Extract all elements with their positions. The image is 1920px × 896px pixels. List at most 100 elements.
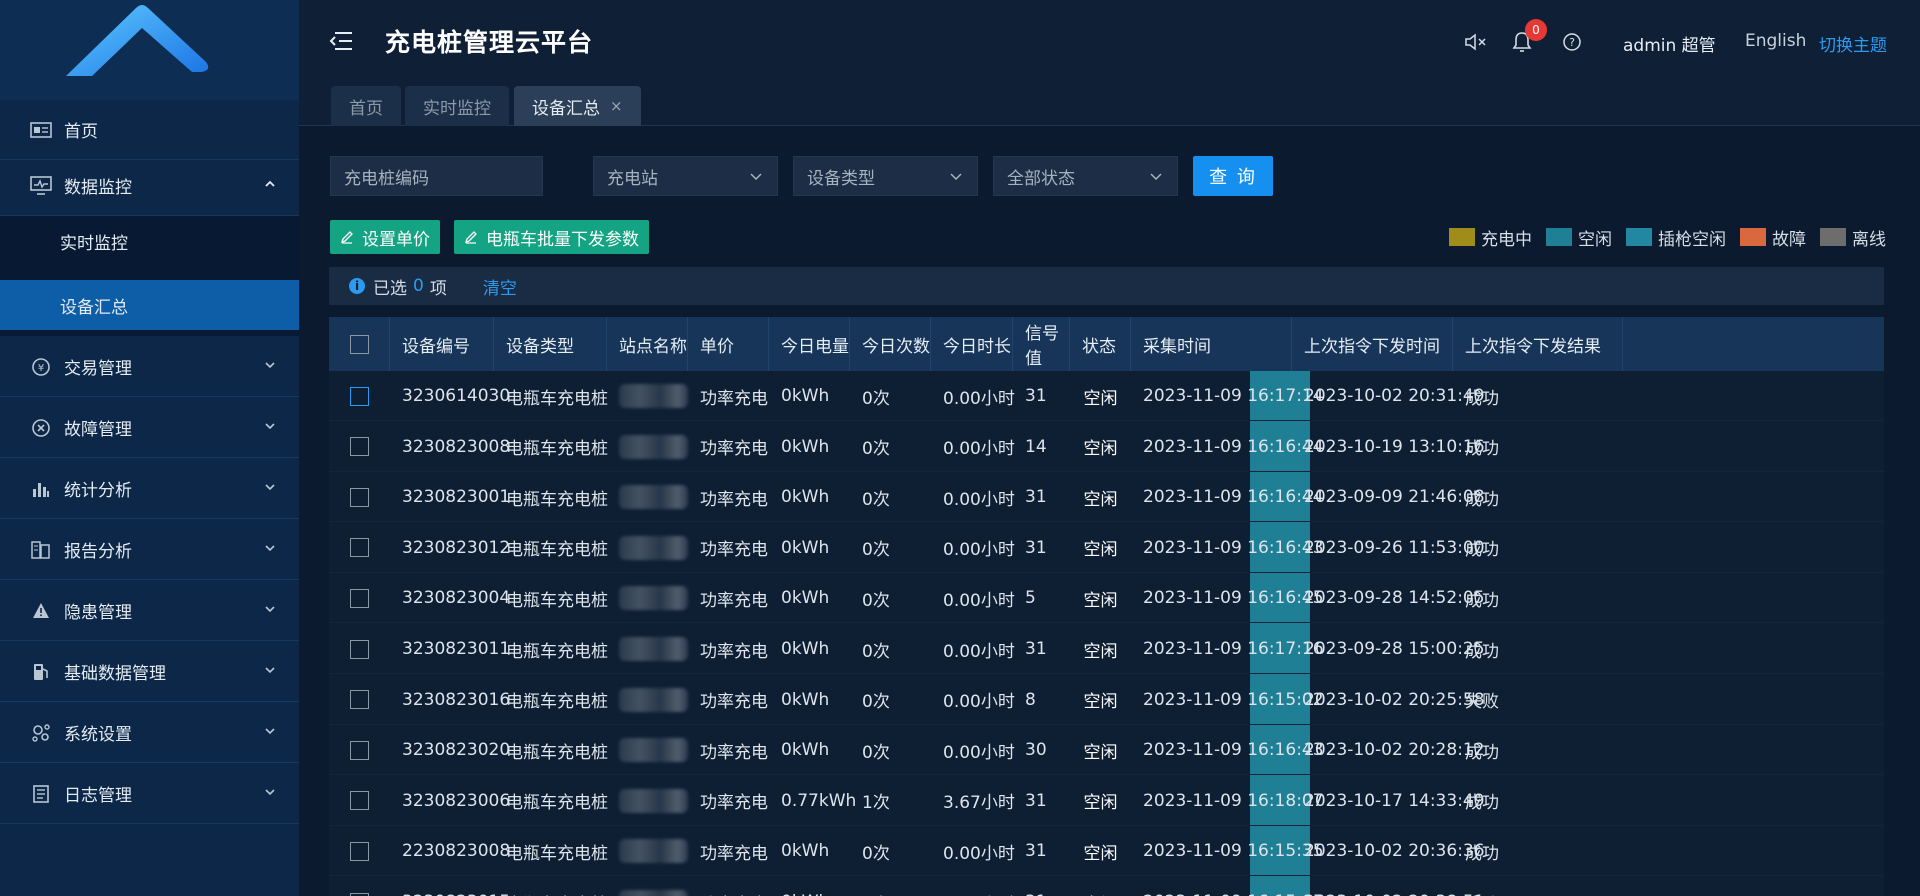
- table-row[interactable]: 3230823008 电瓶车充电桩 功率充电 0kWh 0次 0.00小时 14 空闲 2023…: [329, 422, 1884, 472]
- table-cell: 2023-10-19 13:10:16: [1304, 436, 1485, 457]
- table-cell: 0次: [862, 540, 890, 561]
- row-checkbox[interactable]: [350, 841, 369, 861]
- pile-code-input[interactable]: 充电桩编码: [330, 156, 543, 196]
- row-checkbox[interactable]: [350, 437, 369, 457]
- table-row[interactable]: 3230823006 电瓶车充电桩 功率充电 0.77kWh 1次 3.67小时 31 空闲 2…: [329, 776, 1884, 826]
- column-header[interactable]: 站点名称: [607, 317, 688, 371]
- table-cell: 2023-11-09 16:15:35: [1143, 841, 1324, 862]
- sidebar-item-label: 数据监控: [64, 178, 132, 198]
- sidebar-item-base-data[interactable]: 基础数据管理: [0, 642, 299, 702]
- redacted-text: [619, 890, 688, 896]
- table-cell: 功率充电: [700, 742, 768, 763]
- column-header[interactable]: 设备编号: [390, 317, 494, 371]
- column-header[interactable]: 今日时长: [931, 317, 1013, 371]
- table-cell: 2023-10-02 20:28:12: [1304, 740, 1485, 761]
- table-cell: 成功: [1465, 489, 1499, 510]
- row-checkbox[interactable]: [350, 791, 369, 811]
- selection-count: 0: [413, 276, 424, 296]
- sidebar-item-report[interactable]: 报告分析: [0, 520, 299, 580]
- column-header[interactable]: 今日电量: [769, 317, 850, 371]
- sidebar-item-system-settings[interactable]: 系统设置: [0, 703, 299, 763]
- legend-swatch: [1740, 228, 1766, 246]
- table-cell: 功率充电: [700, 590, 768, 611]
- sidebar-item-statistics[interactable]: 统计分析: [0, 459, 299, 519]
- sidebar-item-data-monitoring[interactable]: 数据监控: [0, 156, 299, 216]
- row-checkbox[interactable]: [350, 386, 369, 406]
- column-header[interactable]: 设备类型: [494, 317, 607, 371]
- station-name-redacted: [607, 573, 688, 623]
- sidebar-item-logs[interactable]: 日志管理: [0, 764, 299, 824]
- table-cell: 电瓶车充电桩: [506, 540, 608, 561]
- table-cell: 0.00小时: [943, 540, 1015, 561]
- sidebar-item-fault[interactable]: 故障管理: [0, 398, 299, 458]
- set-price-button[interactable]: 设置单价: [330, 220, 440, 254]
- sidebar-item-home[interactable]: 首页: [0, 100, 299, 160]
- legend-plugged-idle: 插枪空闲: [1626, 225, 1726, 250]
- table-row[interactable]: 3230823015电瓶车充电桩功率充电0kWh1次0.03小时31空闲2023…: [329, 877, 1884, 896]
- tab-label: 首页: [349, 98, 383, 119]
- table-row[interactable]: 3230823001 电瓶车充电桩 功率充电 0kWh 0次 0.00小时 31 空闲 2023…: [329, 472, 1884, 523]
- status-cell: 空闲: [1083, 439, 1118, 460]
- row-checkbox[interactable]: [350, 740, 369, 760]
- table-row[interactable]: 3230823004 电瓶车充电桩 功率充电 0kWh 0次 0.00小时 5 空闲 2023-…: [329, 573, 1884, 624]
- user-menu[interactable]: admin 超管: [1623, 31, 1716, 56]
- table-cell: 功率充电: [700, 692, 768, 713]
- station-select[interactable]: 充电站: [593, 156, 778, 196]
- station-name-redacted: [607, 371, 688, 421]
- monitor-icon: [28, 173, 54, 199]
- table-cell: 0.00小时: [943, 439, 1015, 460]
- query-button[interactable]: 查 询: [1193, 156, 1273, 196]
- column-header[interactable]: 状态: [1070, 317, 1131, 371]
- row-checkbox[interactable]: [350, 639, 369, 659]
- column-header[interactable]: 上次指令下发结果: [1453, 317, 1623, 371]
- row-checkbox-cell: [329, 725, 390, 775]
- table-cell: 电瓶车充电桩: [506, 692, 608, 713]
- sidebar-item-hazard[interactable]: 隐患管理: [0, 581, 299, 641]
- status-select[interactable]: 全部状态: [993, 156, 1178, 196]
- tab-device-summary[interactable]: 设备汇总 ×: [514, 86, 641, 126]
- table-cell: 0次: [862, 439, 890, 460]
- row-checkbox[interactable]: [350, 538, 369, 558]
- select-all-checkbox[interactable]: [349, 334, 369, 354]
- table-row[interactable]: 3230823020 电瓶车充电桩 功率充电 0kWh 0次 0.00小时 30 空闲 2023…: [329, 725, 1884, 776]
- sidebar-subitem-device-summary[interactable]: 设备汇总: [0, 280, 299, 330]
- row-checkbox[interactable]: [350, 690, 369, 710]
- table-row[interactable]: 3230823012 电瓶车充电桩 功率充电 0kWh 0次 0.00小时 31 空闲 2023…: [329, 523, 1884, 573]
- table-cell: 电瓶车充电桩: [506, 793, 608, 814]
- table-cell: 2023-10-17 14:33:49: [1304, 790, 1485, 811]
- row-checkbox[interactable]: [350, 588, 369, 608]
- submenu-data-monitoring: 实时监控 设备汇总: [0, 216, 299, 336]
- page-tabs: 首页 实时监控 设备汇总 ×: [299, 84, 1920, 126]
- tab-realtime[interactable]: 实时监控: [405, 86, 509, 126]
- column-header[interactable]: 上次指令下发时间: [1292, 317, 1453, 371]
- row-checkbox[interactable]: [350, 892, 369, 896]
- legend-swatch: [1626, 228, 1652, 246]
- column-header[interactable]: 信号值: [1013, 317, 1070, 371]
- redacted-text: [619, 586, 688, 611]
- help-icon[interactable]: ?: [1559, 29, 1585, 55]
- sidebar-item-trade[interactable]: ¥ 交易管理: [0, 337, 299, 397]
- table-row[interactable]: 3230614030 电瓶车充电桩 功率充电 0kWh 0次 0.00小时 31 空闲 2023…: [329, 371, 1884, 421]
- table-row[interactable]: 3230823011 电瓶车充电桩 功率充电 0kWh 0次 0.00小时 31 空闲 2023…: [329, 624, 1884, 674]
- table-row[interactable]: 3230823016 电瓶车充电桩 功率充电 0kWh 0次 0.00小时 8 空闲 2023-…: [329, 675, 1884, 725]
- row-checkbox[interactable]: [350, 487, 369, 507]
- table-cell: 2023-11-09 16:15:02: [1143, 689, 1324, 710]
- table-cell: 30: [1025, 740, 1047, 761]
- logo: [0, 0, 299, 100]
- mute-icon[interactable]: [1463, 29, 1489, 55]
- language-switch[interactable]: English: [1745, 31, 1806, 51]
- sidebar-subitem-realtime[interactable]: 实时监控: [0, 216, 299, 266]
- table-cell: 3230823015: [390, 877, 510, 896]
- clear-selection-link[interactable]: 清空: [483, 274, 517, 299]
- tab-home[interactable]: 首页: [331, 86, 401, 126]
- close-icon[interactable]: ×: [610, 97, 623, 115]
- column-header[interactable]: 今日次数: [850, 317, 931, 371]
- table-row[interactable]: 2230823008 电瓶车充电桩 功率充电 0kWh 0次 0.00小时 31 空闲 2023…: [329, 826, 1884, 877]
- table-cell: 0.00小时: [943, 742, 1015, 763]
- device-type-select[interactable]: 设备类型: [793, 156, 978, 196]
- column-header[interactable]: 单价: [688, 317, 769, 371]
- theme-switch[interactable]: 切换主题: [1819, 31, 1887, 56]
- batch-params-button[interactable]: 电瓶车批量下发参数: [454, 220, 649, 254]
- column-header[interactable]: 采集时间: [1131, 317, 1292, 371]
- menu-fold-icon[interactable]: [329, 30, 353, 52]
